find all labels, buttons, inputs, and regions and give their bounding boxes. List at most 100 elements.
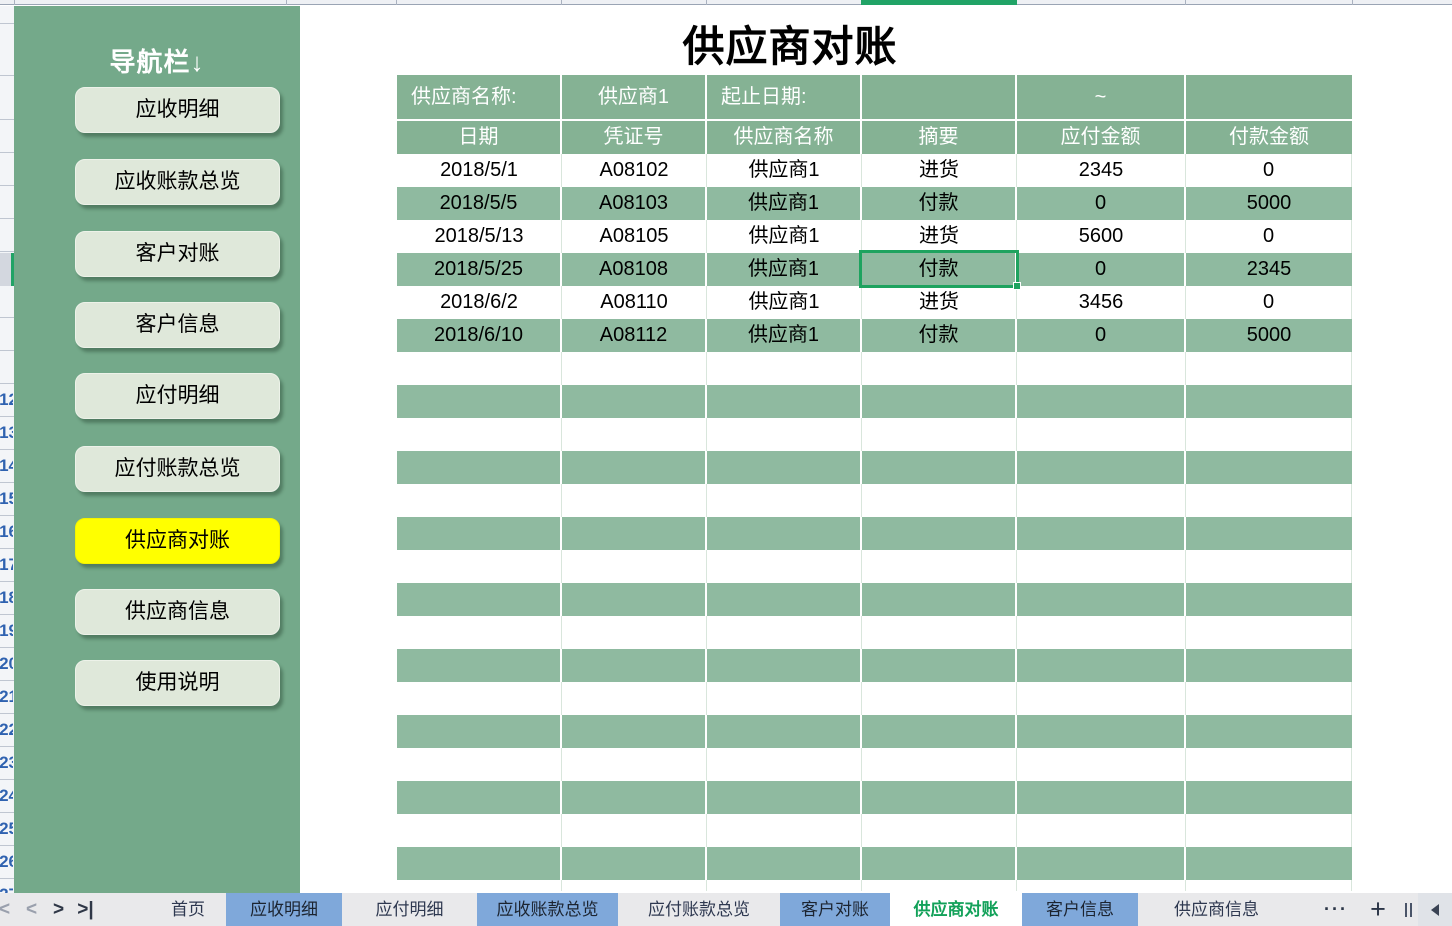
empty-cell[interactable] xyxy=(562,583,707,616)
empty-cell[interactable] xyxy=(1186,649,1352,682)
empty-cell[interactable] xyxy=(397,385,562,418)
data-cell[interactable]: A08112 xyxy=(562,319,707,352)
empty-cell[interactable] xyxy=(707,517,862,550)
empty-cell[interactable] xyxy=(1017,682,1186,715)
data-cell[interactable]: A08102 xyxy=(562,154,707,187)
data-cell[interactable]: 2018/5/5 xyxy=(397,187,562,220)
sidebar-button-9[interactable]: 使用说明 xyxy=(75,660,280,706)
info-cell[interactable] xyxy=(1186,75,1352,121)
empty-cell[interactable] xyxy=(862,583,1017,616)
empty-cell[interactable] xyxy=(562,682,707,715)
column-header-cell[interactable]: 供应商名称 xyxy=(707,121,862,154)
info-cell[interactable]: 供应商名称: xyxy=(397,75,562,121)
empty-cell[interactable] xyxy=(397,418,562,451)
data-cell[interactable]: 0 xyxy=(1186,286,1352,319)
empty-cell[interactable] xyxy=(707,418,862,451)
empty-cell[interactable] xyxy=(1186,418,1352,451)
empty-cell[interactable] xyxy=(862,682,1017,715)
empty-cell[interactable] xyxy=(397,583,562,616)
empty-cell[interactable] xyxy=(862,616,1017,649)
empty-cell[interactable] xyxy=(707,715,862,748)
empty-cell[interactable] xyxy=(397,616,562,649)
empty-cell[interactable] xyxy=(562,880,707,891)
empty-cell[interactable] xyxy=(1186,352,1352,385)
empty-cell[interactable] xyxy=(1186,517,1352,550)
data-cell[interactable]: A08105 xyxy=(562,220,707,253)
empty-cell[interactable] xyxy=(562,649,707,682)
empty-cell[interactable] xyxy=(562,748,707,781)
empty-cell[interactable] xyxy=(1186,484,1352,517)
empty-cell[interactable] xyxy=(1186,451,1352,484)
empty-cell[interactable] xyxy=(562,781,707,814)
row-header-strip[interactable]: 12131415161718192021222324252627 xyxy=(0,6,14,893)
sidebar-button-1[interactable]: 应收明细 xyxy=(75,87,280,133)
sidebar-button-6[interactable]: 应付账款总览 xyxy=(75,446,280,492)
sidebar-button-4[interactable]: 客户信息 xyxy=(75,302,280,348)
data-cell[interactable]: 2345 xyxy=(1017,154,1186,187)
empty-cell[interactable] xyxy=(1017,715,1186,748)
sidebar-button-2[interactable]: 应收账款总览 xyxy=(75,159,280,205)
empty-cell[interactable] xyxy=(707,583,862,616)
empty-cell[interactable] xyxy=(397,682,562,715)
data-cell[interactable]: 2018/6/2 xyxy=(397,286,562,319)
empty-cell[interactable] xyxy=(1186,847,1352,880)
column-header-cell[interactable]: 凭证号 xyxy=(562,121,707,154)
sidebar-button-3[interactable]: 客户对账 xyxy=(75,231,280,277)
empty-cell[interactable] xyxy=(562,484,707,517)
empty-cell[interactable] xyxy=(562,715,707,748)
empty-cell[interactable] xyxy=(397,814,562,847)
sheet-tab[interactable]: 应收明细 xyxy=(226,893,342,926)
tab-splitter-handle[interactable] xyxy=(1398,893,1418,926)
sidebar-button-7[interactable]: 供应商对账 xyxy=(75,518,280,564)
empty-cell[interactable] xyxy=(862,847,1017,880)
empty-cell[interactable] xyxy=(397,781,562,814)
data-cell[interactable]: A08110 xyxy=(562,286,707,319)
empty-cell[interactable] xyxy=(707,649,862,682)
empty-cell[interactable] xyxy=(1017,352,1186,385)
data-cell[interactable]: 进货 xyxy=(862,220,1017,253)
empty-cell[interactable] xyxy=(562,550,707,583)
column-header-cell[interactable]: 日期 xyxy=(397,121,562,154)
data-cell[interactable]: A08108 xyxy=(562,253,707,286)
empty-cell[interactable] xyxy=(562,385,707,418)
empty-cell[interactable] xyxy=(1017,748,1186,781)
empty-cell[interactable] xyxy=(1017,550,1186,583)
info-cell[interactable]: ~ xyxy=(1017,75,1186,121)
data-cell[interactable]: 3456 xyxy=(1017,286,1186,319)
data-cell[interactable]: 0 xyxy=(1186,154,1352,187)
empty-cell[interactable] xyxy=(1017,418,1186,451)
data-cell[interactable]: 供应商1 xyxy=(707,187,862,220)
empty-cell[interactable] xyxy=(1017,517,1186,550)
empty-cell[interactable] xyxy=(707,484,862,517)
empty-cell[interactable] xyxy=(1186,583,1352,616)
data-cell[interactable]: 0 xyxy=(1186,220,1352,253)
data-cell[interactable]: 2018/6/10 xyxy=(397,319,562,352)
empty-cell[interactable] xyxy=(707,682,862,715)
empty-cell[interactable] xyxy=(397,880,562,891)
sheet-tab[interactable]: 供应商信息 xyxy=(1138,893,1295,926)
column-header-cell[interactable]: 应付金额 xyxy=(1017,121,1186,154)
empty-cell[interactable] xyxy=(397,715,562,748)
empty-cell[interactable] xyxy=(1186,385,1352,418)
fill-handle[interactable] xyxy=(1013,282,1021,290)
empty-cell[interactable] xyxy=(1186,880,1352,891)
empty-cell[interactable] xyxy=(862,418,1017,451)
data-cell[interactable]: 2018/5/25 xyxy=(397,253,562,286)
empty-cell[interactable] xyxy=(1017,385,1186,418)
empty-cell[interactable] xyxy=(562,451,707,484)
add-sheet-button[interactable]: + xyxy=(1358,894,1398,925)
info-cell[interactable]: 起止日期: xyxy=(707,75,862,121)
sheet-tab[interactable]: 供应商对账 xyxy=(890,893,1022,926)
empty-cell[interactable] xyxy=(1017,880,1186,891)
empty-cell[interactable] xyxy=(707,385,862,418)
sheet-tab[interactable]: 应付账款总览 xyxy=(618,893,780,926)
empty-cell[interactable] xyxy=(397,484,562,517)
data-cell[interactable]: 供应商1 xyxy=(707,286,862,319)
empty-cell[interactable] xyxy=(1186,715,1352,748)
empty-cell[interactable] xyxy=(1017,847,1186,880)
empty-cell[interactable] xyxy=(1017,814,1186,847)
empty-cell[interactable] xyxy=(707,352,862,385)
empty-cell[interactable] xyxy=(862,814,1017,847)
empty-cell[interactable] xyxy=(1017,649,1186,682)
first-sheet-icon[interactable]: < xyxy=(0,893,18,926)
